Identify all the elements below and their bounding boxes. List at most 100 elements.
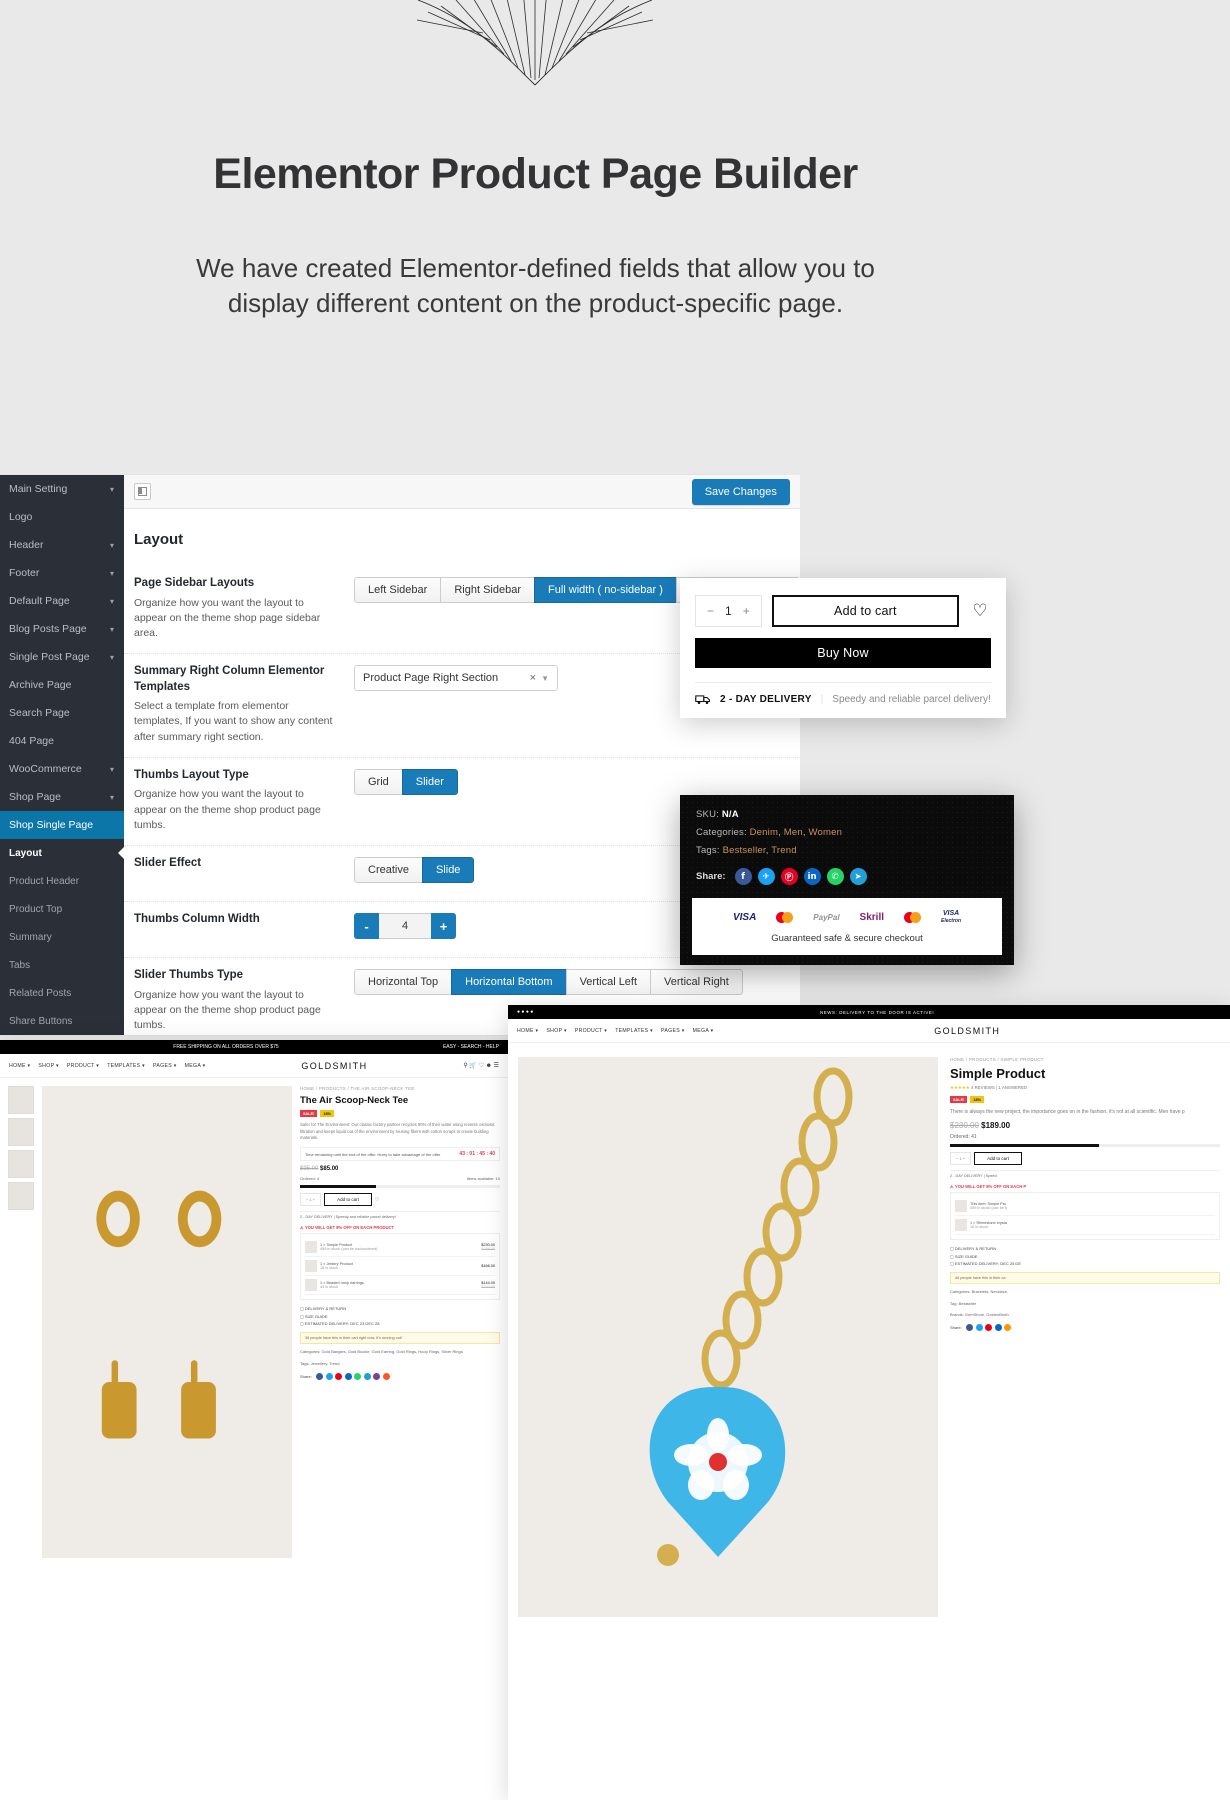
heart-icon[interactable]: ♡ <box>969 601 991 621</box>
template-select[interactable]: Product Page Right Section × ▼ <box>354 665 558 692</box>
panel-title: Layout <box>134 531 184 548</box>
info-link[interactable]: ▢ DELIVERY & RETURN <box>950 1245 1220 1253</box>
qty-minus-button[interactable]: − <box>707 604 714 618</box>
add-to-cart-button[interactable]: Add to cart <box>771 595 959 627</box>
preview2-links[interactable]: ▢ DELIVERY & RETURN ▢ SIZE GUIDE ▢ ESTIMAT… <box>950 1245 1220 1268</box>
sidebar-item-label: Archive Page <box>9 679 72 691</box>
option-grid[interactable]: Grid <box>354 768 402 795</box>
preview2-add-to-cart[interactable]: Add to cart <box>974 1152 1022 1165</box>
nav-link[interactable]: SHOP ▾ <box>38 1063 58 1069</box>
option-right-sidebar[interactable]: Right Sidebar <box>440 577 534 603</box>
sidebar-item-related-posts[interactable]: Related Posts <box>0 979 124 1007</box>
sidebar-item-shop-page[interactable]: Shop Page ▾ <box>0 783 124 811</box>
preview2-sale-badge: SALE! <box>950 1096 968 1103</box>
preview-links[interactable]: ▢ DELIVERY & RETURN ▢ SIZE GUIDE ▢ ESTIMAT… <box>300 1305 500 1328</box>
sidebar-item-header[interactable]: Header ▾ <box>0 531 124 559</box>
tags-values[interactable]: Bestseller, Trend <box>723 845 797 856</box>
telegram-icon[interactable]: ➤ <box>849 868 867 885</box>
qty-plus-button[interactable]: + <box>743 604 750 618</box>
sidebar-item-tabs[interactable]: Tabs <box>0 951 124 979</box>
nav-link[interactable]: PAGES ▾ <box>153 1063 177 1069</box>
info-link[interactable]: ▢ SIZE GUIDE <box>300 1313 500 1321</box>
nav-link[interactable]: HOME ▾ <box>9 1063 30 1069</box>
meta-link[interactable]: Women <box>809 827 843 838</box>
preview-available: Items available: 10 <box>466 1176 500 1182</box>
nav-link[interactable]: PRODUCT ▾ <box>67 1063 99 1069</box>
meta-link[interactable]: Trend <box>771 845 796 856</box>
preview-nav-links[interactable]: HOME ▾ SHOP ▾ PRODUCT ▾ TEMPLATES ▾ PAGES ▾ M… <box>9 1063 205 1069</box>
layout-icon[interactable] <box>134 483 151 500</box>
whatsapp-icon[interactable]: ✆ <box>826 868 844 885</box>
sidebar-item-default-page[interactable]: Default Page ▾ <box>0 587 124 615</box>
sidebar-item-404-page[interactable]: 404 Page <box>0 727 124 755</box>
nav-link[interactable]: TEMPLATES ▾ <box>107 1063 145 1069</box>
sidebar-item-layout[interactable]: Layout <box>0 839 125 867</box>
nav-link[interactable]: PAGES ▾ <box>661 1028 685 1034</box>
chevron-down-icon[interactable]: ▼ <box>541 674 549 683</box>
preview2-share[interactable]: Share: <box>950 1324 1220 1332</box>
preview-qty[interactable]: − 1 + <box>300 1193 322 1207</box>
buy-now-button[interactable]: Buy Now <box>695 638 991 668</box>
stepper-value[interactable]: 4 <box>379 913 431 940</box>
sidebar-item-main-setting[interactable]: Main Setting ▾ <box>0 475 124 503</box>
info-link[interactable]: ▢ DELIVERY & RETURN <box>300 1305 500 1313</box>
sidebar-item-blog-posts-page[interactable]: Blog Posts Page ▾ <box>0 615 124 643</box>
info-link[interactable]: ▢ ESTIMATED DELIVERY: DEC 25 DE <box>950 1260 1220 1268</box>
preview-nav-icons[interactable]: ⚲ 🛒 ♡ ☻ ☰ <box>463 1062 499 1069</box>
preview2-social-icons[interactable]: ● ● ● ● <box>517 1009 533 1015</box>
stepper-minus-button[interactable]: - <box>354 913 379 940</box>
option-full-width-no-sidebar[interactable]: Full width ( no-sidebar ) <box>533 577 676 603</box>
save-changes-button[interactable]: Save Changes <box>691 478 790 505</box>
option-slide[interactable]: Slide <box>421 857 475 884</box>
sidebar-item-woocommerce[interactable]: WooCommerce ▾ <box>0 755 124 783</box>
categories-values[interactable]: Denim, Men, Women <box>750 827 842 838</box>
page-subtitle: We have created Elementor-defined fields… <box>196 253 875 318</box>
preview-categories: Categories: Gold Bangles, Gold Buckle, G… <box>300 1348 463 1354</box>
preview2-reviews[interactable]: 4 REVIEWS | 1 ANSWERED <box>971 1085 1027 1090</box>
preview2-nav-links[interactable]: HOME ▾ SHOP ▾ PRODUCT ▾ TEMPLATES ▾ PAGES ▾ M… <box>517 1028 713 1034</box>
nav-link[interactable]: TEMPLATES ▾ <box>615 1028 653 1034</box>
sidebar-item-summary[interactable]: Summary <box>0 923 124 951</box>
sidebar-item-logo[interactable]: Logo <box>0 503 124 531</box>
preview-add-to-cart[interactable]: Add to cart <box>324 1193 372 1207</box>
quantity-stepper[interactable]: − 1 + <box>695 595 762 627</box>
meta-link[interactable]: Men <box>784 827 803 838</box>
info-link[interactable]: ▢ ESTIMATED DELIVERY: DEC 23 DEC 28 <box>300 1320 500 1328</box>
nav-link[interactable]: HOME ▾ <box>517 1028 538 1034</box>
nav-link[interactable]: PRODUCT ▾ <box>575 1028 607 1034</box>
sidebar-item-footer[interactable]: Footer ▾ <box>0 559 124 587</box>
facebook-icon[interactable]: f <box>734 868 752 885</box>
sidebar-item-single-post-page[interactable]: Single Post Page ▾ <box>0 643 124 671</box>
nav-link[interactable]: MEGA ▾ <box>693 1028 714 1034</box>
option-horizontal-bottom[interactable]: Horizontal Bottom <box>451 969 566 996</box>
meta-link[interactable]: Denim <box>750 827 778 838</box>
linkedin-icon[interactable]: in <box>803 868 821 885</box>
option-left-sidebar[interactable]: Left Sidebar <box>354 577 441 603</box>
nav-link[interactable]: SHOP ▾ <box>546 1028 566 1034</box>
preview-heart-icon[interactable]: ♡ <box>375 1197 379 1203</box>
option-vertical-left[interactable]: Vertical Left <box>565 969 651 996</box>
preview2-qty[interactable]: − 1 + <box>950 1152 972 1165</box>
meta-link[interactable]: Bestseller <box>723 845 766 856</box>
sidebar-item-product-top[interactable]: Product Top <box>0 895 124 923</box>
twitter-icon[interactable]: ✈ <box>757 868 775 885</box>
sidebar-item-share-buttons[interactable]: Share Buttons <box>0 1007 124 1035</box>
option-slider[interactable]: Slider <box>401 768 458 795</box>
sidebar-item-archive-page[interactable]: Archive Page <box>0 671 124 699</box>
option-horizontal-top[interactable]: Horizontal Top <box>354 969 452 996</box>
delivery-info: 2 - DAY DELIVERY | Speedy and reliable p… <box>695 682 991 718</box>
clear-icon[interactable]: × <box>530 672 536 684</box>
nav-link[interactable]: MEGA ▾ <box>185 1063 206 1069</box>
stepper-plus-button[interactable]: + <box>431 913 456 940</box>
sidebar-item-search-page[interactable]: Search Page <box>0 699 124 727</box>
preview-share[interactable]: Share: <box>300 1372 500 1380</box>
sidebar-item-label: Main Setting <box>9 483 68 495</box>
option-vertical-right[interactable]: Vertical Right <box>650 969 743 996</box>
preview-thumbs[interactable] <box>8 1086 34 1558</box>
sidebar-item-product-header[interactable]: Product Header <box>0 867 124 895</box>
sidebar-item-shop-single-page[interactable]: Shop Single Page <box>0 811 124 839</box>
sidebar-item-label: Tabs <box>9 959 31 971</box>
pinterest-icon[interactable]: Ⓟ <box>780 868 798 885</box>
info-link[interactable]: ▢ SIZE GUIDE <box>950 1253 1220 1261</box>
option-creative[interactable]: Creative <box>354 857 422 884</box>
